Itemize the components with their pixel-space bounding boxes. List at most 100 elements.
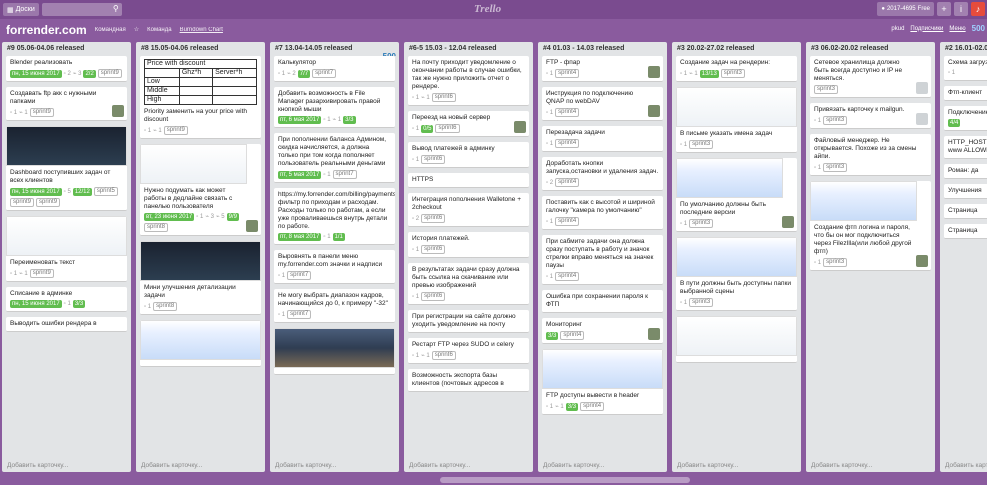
add-button[interactable]: + bbox=[937, 2, 951, 16]
sprint-label[interactable]: sprint6 bbox=[421, 214, 446, 223]
sprint-label[interactable]: sprint4 bbox=[555, 108, 580, 117]
sprint-label[interactable]: sprint4 bbox=[555, 272, 580, 281]
card[interactable]: Переезд на новый сервер ▫ 1 0/5 sprint6 bbox=[408, 111, 529, 137]
card[interactable]: Возможность экспорта базы клиентов (почт… bbox=[408, 369, 529, 392]
sprint-label[interactable]: sprint6 bbox=[421, 245, 446, 254]
sprint-label[interactable]: sprint3 bbox=[689, 298, 714, 307]
due-date-badge[interactable]: пн, 15 июня 2017 bbox=[10, 69, 62, 78]
list-title[interactable]: #6-5 15.03 - 12.04 released bbox=[404, 42, 533, 56]
card[interactable]: Blender реализовать пн, 15 июня 2017 ▫ 2 ⌁ … bbox=[6, 56, 127, 82]
card[interactable]: Подключение в кнопок 4/4 bbox=[944, 106, 987, 131]
card[interactable]: Price with discount Ghz*h Server*h Low Middl… bbox=[140, 56, 261, 139]
card[interactable]: Мини улучшения детализации задачи ▫ 1 spri… bbox=[140, 241, 261, 315]
sprint-label[interactable]: sprint4 bbox=[555, 69, 580, 78]
sprint-label[interactable]: sprint3 bbox=[823, 163, 848, 172]
due-date-badge[interactable]: вт, 23 июня 2017 bbox=[144, 213, 195, 221]
card[interactable]: Доработать кнопки запуска,остановки и уд… bbox=[542, 157, 663, 191]
avatar[interactable] bbox=[112, 105, 124, 117]
card[interactable]: Поставить как с высотой и шириной галочк… bbox=[542, 196, 663, 230]
sprint-label[interactable]: sprint9 bbox=[97, 69, 122, 78]
sprint-label[interactable]: sprint6 bbox=[431, 93, 456, 102]
sprint-label[interactable]: sprint3 bbox=[720, 69, 745, 78]
card[interactable]: Создание задач на рендерин: ▫ 1 ⌁ 1 13/13 sp… bbox=[676, 56, 797, 82]
add-card-button[interactable]: Добавить карточку... bbox=[275, 462, 336, 469]
sprint-label[interactable]: sprint9 bbox=[163, 126, 188, 135]
add-card-button[interactable]: Добавить карточку... bbox=[543, 462, 604, 469]
list-title[interactable]: #8 15.05-04.06 released bbox=[136, 42, 265, 56]
sprint-label[interactable]: sprint9 bbox=[36, 198, 61, 207]
board-visibility[interactable]: Командная bbox=[95, 27, 126, 33]
card[interactable]: Интеграция пополнения Walletone + 2check… bbox=[408, 193, 529, 227]
card[interactable]: Роман: да bbox=[944, 164, 987, 179]
sprint-label[interactable]: sprint3 bbox=[814, 85, 839, 94]
sprint-label[interactable]: sprint3 bbox=[689, 140, 714, 149]
sprint-label[interactable]: sprint5 bbox=[93, 187, 118, 196]
add-card-button[interactable]: Добавить карточку... bbox=[677, 462, 738, 469]
due-date-badge[interactable]: пн, 15 июня 2017 bbox=[10, 300, 62, 308]
add-card-button[interactable]: Добавить карточку... bbox=[141, 462, 202, 469]
sprint-label[interactable]: sprint7 bbox=[287, 310, 312, 319]
card[interactable]: Инструкция по подключению QNAP по webDAV… bbox=[542, 87, 663, 121]
card[interactable]: При регистрации на сайте должно уходить … bbox=[408, 310, 529, 333]
sprint-label[interactable]: sprint3 bbox=[823, 116, 848, 125]
add-card-button[interactable]: Добавить карточку... bbox=[811, 462, 872, 469]
subscribe-button[interactable]: Подписчики bbox=[910, 26, 943, 32]
avatar[interactable] bbox=[916, 82, 928, 94]
card[interactable]: HTTPS bbox=[408, 173, 529, 188]
sprint-label[interactable]: sprint9 bbox=[29, 269, 54, 278]
avatar[interactable] bbox=[648, 328, 660, 340]
sprint-label[interactable]: sprint4 bbox=[555, 178, 580, 187]
list-title[interactable]: #2 16.01-02.02 bbox=[940, 42, 987, 56]
card[interactable]: Калькулятор ▫ 1 ⌁ 2 7/7 sprint7 bbox=[274, 56, 395, 82]
add-card-button[interactable]: Добавить карточку... bbox=[7, 462, 68, 469]
sprint-label[interactable]: sprint3 bbox=[689, 219, 714, 228]
due-date-badge[interactable]: пт, 6 мая 2017 bbox=[278, 116, 322, 124]
due-date-badge[interactable]: пн, 15 июня 2017 bbox=[10, 187, 62, 196]
avatar[interactable] bbox=[648, 105, 660, 117]
card[interactable]: HTTP_HOST www.my.forrender to add www AL… bbox=[944, 136, 987, 159]
card[interactable]: Вывод платежей в админку ▫ 1 sprint6 bbox=[408, 142, 529, 168]
card[interactable]: https://my.forrender.com/billing/payment… bbox=[274, 188, 395, 245]
burndown-powerup[interactable]: Burndown Chart bbox=[180, 27, 223, 33]
card[interactable]: FTP доступы вывести в header ▫ 1 ⌁ 1 3/3 spr… bbox=[542, 349, 663, 415]
info-icon[interactable]: i bbox=[954, 2, 968, 16]
board-team[interactable]: Команда bbox=[147, 27, 171, 33]
card[interactable]: Страница bbox=[944, 224, 987, 239]
card[interactable]: История платежей. ▫ 1 sprint6 bbox=[408, 232, 529, 258]
board-title[interactable]: forrender.com bbox=[6, 23, 87, 37]
card[interactable]: FTP - фпар ▫ 1 sprint4 bbox=[542, 56, 663, 82]
card[interactable]: При сабмите задачи она должна сразу пост… bbox=[542, 235, 663, 285]
search-input[interactable]: ⚲ bbox=[41, 3, 122, 16]
sprint-label[interactable]: sprint6 bbox=[435, 124, 460, 133]
account-button[interactable]: ● 2017-4695 Free bbox=[877, 2, 934, 16]
card[interactable]: Схема загрузки сеть. Пример ▫ 1 bbox=[944, 56, 987, 81]
card[interactable]: Ошибка при сохранении пароля к ФТП bbox=[542, 290, 663, 313]
card[interactable] bbox=[274, 328, 395, 375]
trello-logo[interactable]: Trello bbox=[474, 3, 501, 15]
card[interactable]: Привязать карточку к mailgun. ▫ 1 sprint3 bbox=[810, 103, 931, 129]
card[interactable]: Создание фтп логина и пароля, что бы он … bbox=[810, 181, 931, 271]
sprint-label[interactable]: sprint3 bbox=[823, 258, 848, 267]
sprint-label[interactable]: sprint9 bbox=[10, 198, 35, 207]
sprint-label[interactable]: sprint4 bbox=[555, 217, 580, 226]
card[interactable]: При пополнении баланса Админом, скидка н… bbox=[274, 133, 395, 183]
sprint-label[interactable]: sprint7 bbox=[312, 69, 337, 78]
sprint-label[interactable]: sprint9 bbox=[29, 108, 54, 117]
list-title[interactable]: #9 05.06-04.06 released bbox=[2, 42, 131, 56]
sprint-label[interactable]: sprint7 bbox=[332, 170, 357, 179]
avatar[interactable] bbox=[648, 66, 660, 78]
star-icon[interactable]: ☆ bbox=[134, 26, 139, 33]
list-title[interactable]: #4 01.03 - 14.03 released bbox=[538, 42, 667, 56]
card[interactable]: Сетевое хранилища должно быть всегда дос… bbox=[810, 56, 931, 98]
due-date-badge[interactable]: пт, 8 мая 2017 bbox=[278, 233, 322, 241]
sprint-label[interactable]: sprint7 bbox=[287, 271, 312, 280]
sprint-label[interactable]: sprint6 bbox=[421, 292, 446, 301]
avatar[interactable] bbox=[782, 216, 794, 228]
menu-button[interactable]: Меню bbox=[949, 26, 965, 32]
avatar[interactable] bbox=[246, 220, 258, 232]
avatar[interactable] bbox=[514, 121, 526, 133]
sprint-label[interactable]: sprint6 bbox=[421, 155, 446, 164]
card[interactable]: В пути должны быть доступны папки выбран… bbox=[676, 237, 797, 311]
card[interactable]: Нужно подумать как может работы в дедлай… bbox=[140, 144, 261, 236]
card[interactable]: Улучшения bbox=[944, 184, 987, 199]
